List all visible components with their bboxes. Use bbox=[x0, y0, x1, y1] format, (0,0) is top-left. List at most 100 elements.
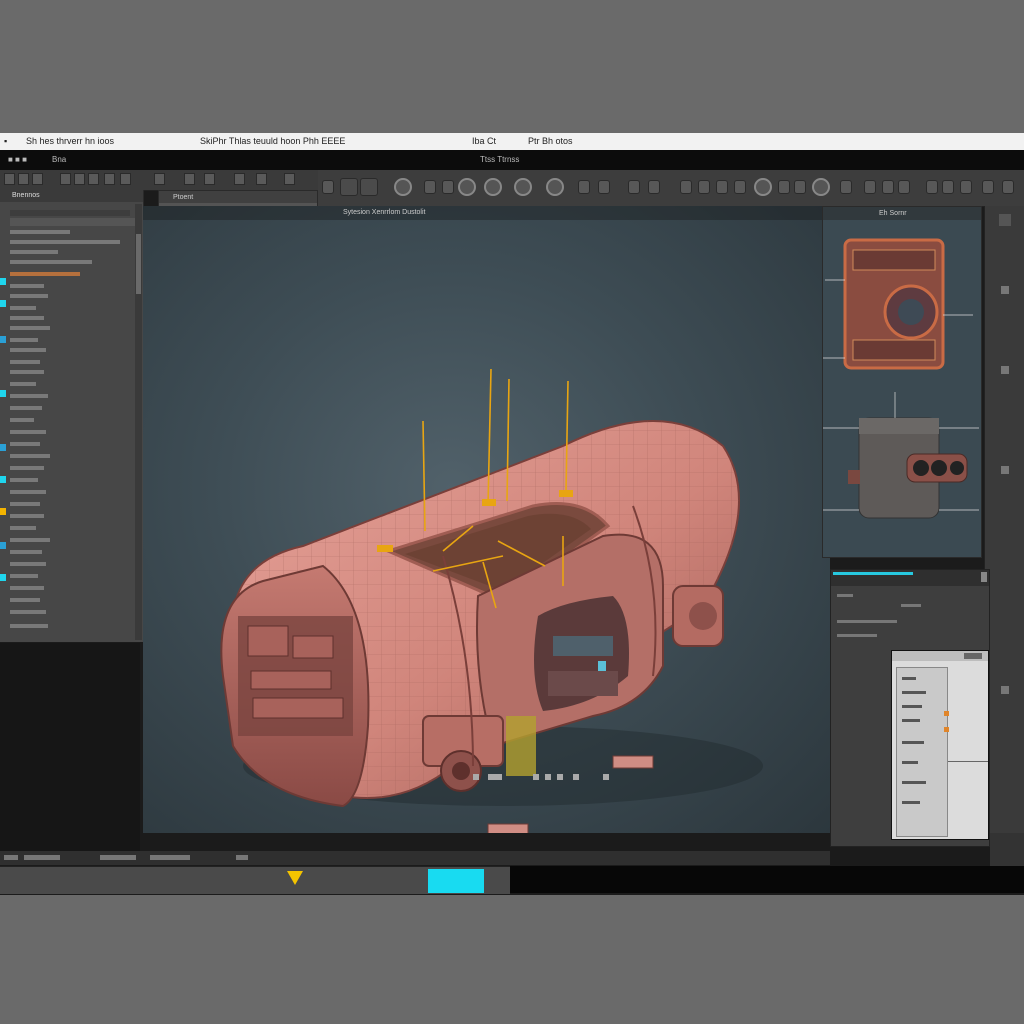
gizmo-handle[interactable] bbox=[482, 499, 496, 506]
list-item[interactable] bbox=[10, 394, 48, 398]
light-icon[interactable] bbox=[598, 180, 610, 194]
visibility-icon[interactable] bbox=[0, 278, 6, 285]
node-socket[interactable] bbox=[944, 727, 949, 732]
list-item[interactable] bbox=[10, 466, 44, 470]
visibility-icon[interactable] bbox=[0, 390, 6, 397]
expand-icon[interactable] bbox=[1001, 686, 1009, 694]
visibility-icon[interactable] bbox=[0, 444, 6, 451]
list-item[interactable] bbox=[10, 574, 38, 578]
undo-icon[interactable] bbox=[322, 180, 334, 194]
visibility-icon[interactable] bbox=[0, 336, 6, 343]
key-icon[interactable] bbox=[154, 173, 165, 185]
sphere-icon[interactable] bbox=[360, 178, 378, 196]
list-item[interactable] bbox=[10, 442, 40, 446]
cloth-icon[interactable] bbox=[882, 180, 894, 194]
visibility-icon[interactable] bbox=[0, 300, 6, 307]
list-item[interactable] bbox=[10, 514, 44, 518]
wireframe-icon[interactable] bbox=[484, 178, 502, 196]
hair-icon[interactable] bbox=[840, 180, 852, 194]
list-item[interactable] bbox=[10, 250, 58, 254]
record-icon[interactable] bbox=[698, 180, 710, 194]
node-menu-button[interactable] bbox=[964, 653, 982, 659]
fluid-icon[interactable] bbox=[864, 180, 876, 194]
list-item[interactable] bbox=[10, 294, 48, 298]
panel-options-icon[interactable] bbox=[999, 214, 1011, 226]
list-item[interactable] bbox=[10, 338, 38, 342]
play-icon[interactable] bbox=[680, 180, 692, 194]
physics-icon[interactable] bbox=[812, 178, 830, 196]
list-item[interactable] bbox=[10, 284, 44, 288]
list-item[interactable] bbox=[10, 260, 92, 264]
menu-item-file[interactable]: ■ ■ ■ bbox=[8, 150, 27, 170]
render-settings-icon[interactable] bbox=[754, 178, 772, 196]
sculpt-icon[interactable] bbox=[734, 180, 746, 194]
list-item[interactable] bbox=[10, 382, 36, 386]
snap-icon[interactable] bbox=[424, 180, 436, 194]
keyframe-marker[interactable] bbox=[287, 871, 303, 885]
light-icon[interactable] bbox=[120, 173, 131, 185]
settings-row[interactable] bbox=[837, 594, 853, 597]
move-icon[interactable] bbox=[18, 173, 29, 185]
list-item[interactable] bbox=[10, 348, 46, 352]
gizmo-handle[interactable] bbox=[377, 545, 393, 552]
list-item[interactable] bbox=[10, 326, 50, 330]
scale-icon[interactable] bbox=[60, 173, 71, 185]
grid-icon[interactable] bbox=[442, 180, 454, 194]
rotate-icon[interactable] bbox=[32, 173, 43, 185]
workspace-label[interactable]: Ttss Ttrnss bbox=[480, 150, 519, 170]
camera-icon[interactable] bbox=[104, 173, 115, 185]
lock-icon[interactable] bbox=[0, 508, 6, 515]
list-item[interactable] bbox=[10, 538, 50, 542]
render-icon[interactable] bbox=[394, 178, 412, 196]
settings-row[interactable] bbox=[837, 634, 877, 637]
list-item[interactable] bbox=[10, 218, 138, 226]
list-item[interactable] bbox=[10, 610, 46, 614]
pin-icon[interactable] bbox=[898, 180, 910, 194]
grid-icon[interactable] bbox=[88, 173, 99, 185]
list-item[interactable] bbox=[10, 550, 42, 554]
list-item[interactable] bbox=[10, 478, 38, 482]
brush-icon[interactable] bbox=[716, 180, 728, 194]
joint-icon[interactable] bbox=[794, 180, 806, 194]
scrollbar-thumb[interactable] bbox=[136, 234, 141, 294]
outliner-filter[interactable] bbox=[10, 210, 130, 216]
paint-icon[interactable] bbox=[926, 180, 938, 194]
link-icon[interactable] bbox=[256, 173, 267, 185]
list-item[interactable] bbox=[10, 230, 70, 234]
viewport-scene[interactable] bbox=[143, 206, 830, 833]
bucket-icon[interactable] bbox=[942, 180, 954, 194]
expand-icon[interactable] bbox=[1001, 286, 1009, 294]
visibility-icon[interactable] bbox=[0, 476, 6, 483]
settings-row[interactable] bbox=[837, 620, 897, 623]
shading-icon[interactable] bbox=[458, 178, 476, 196]
node-socket[interactable] bbox=[944, 711, 949, 716]
list-item[interactable] bbox=[10, 502, 40, 506]
timeline-playhead[interactable] bbox=[428, 869, 484, 893]
eye-icon[interactable] bbox=[204, 173, 215, 185]
export-icon[interactable] bbox=[982, 180, 994, 194]
layer-icon[interactable] bbox=[234, 173, 245, 185]
expand-icon[interactable] bbox=[1001, 366, 1009, 374]
bone-icon[interactable] bbox=[778, 180, 790, 194]
list-item[interactable] bbox=[10, 624, 48, 628]
list-item[interactable] bbox=[10, 598, 40, 602]
layers-icon[interactable] bbox=[960, 180, 972, 194]
3d-viewport[interactable]: Sytesion Xenrrlom Dustolit bbox=[143, 206, 830, 833]
list-item[interactable] bbox=[10, 526, 36, 530]
expand-icon[interactable] bbox=[1001, 466, 1009, 474]
list-item[interactable] bbox=[10, 418, 34, 422]
list-item[interactable] bbox=[10, 316, 44, 320]
list-item[interactable] bbox=[10, 306, 36, 310]
lock-icon[interactable] bbox=[184, 173, 195, 185]
gizmo-handle[interactable] bbox=[559, 490, 573, 497]
visibility-icon[interactable] bbox=[0, 542, 6, 549]
snap-icon[interactable] bbox=[74, 173, 85, 185]
list-item-selected[interactable] bbox=[10, 272, 80, 276]
list-item[interactable] bbox=[10, 370, 44, 374]
cube-icon[interactable] bbox=[340, 178, 358, 196]
node-editor[interactable] bbox=[891, 650, 989, 840]
material-icon[interactable] bbox=[514, 178, 532, 196]
select-icon[interactable] bbox=[4, 173, 15, 185]
list-item[interactable] bbox=[10, 490, 46, 494]
settings-icon[interactable] bbox=[284, 173, 295, 185]
